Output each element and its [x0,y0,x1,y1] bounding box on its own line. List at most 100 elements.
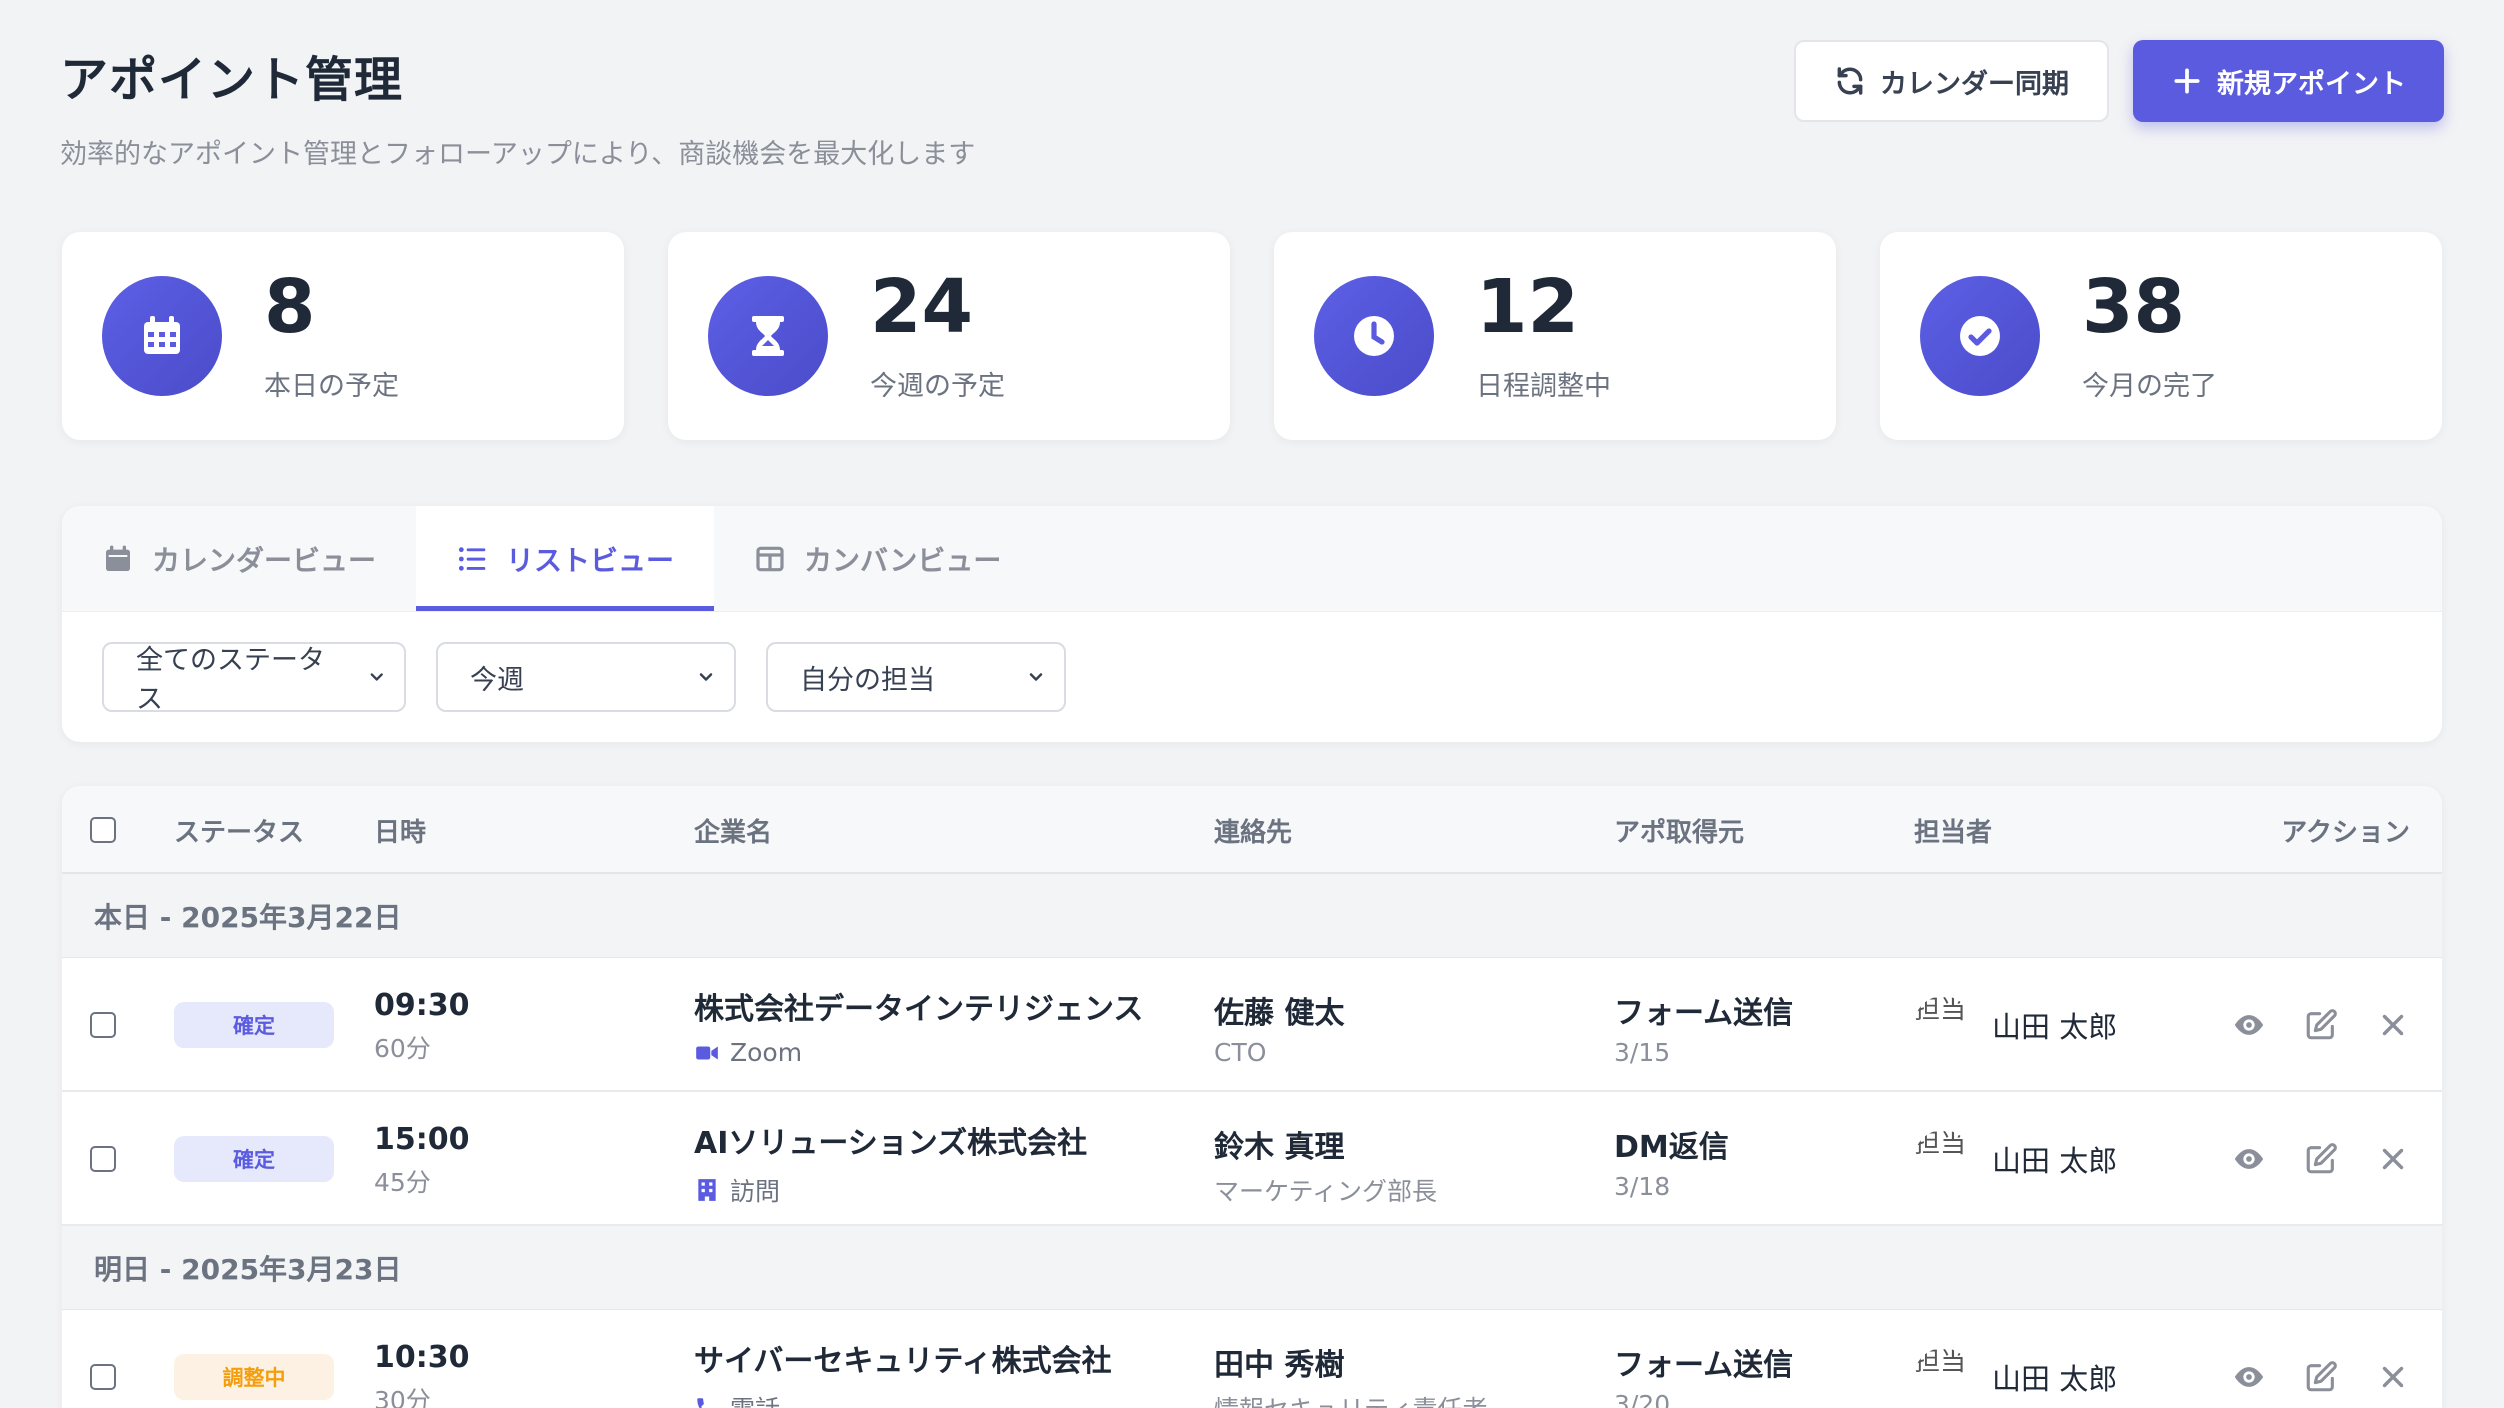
close-icon[interactable] [2376,1360,2410,1394]
sync-icon [1837,67,1863,95]
header-actions: カレンダー同期 新規アポイント [1794,40,2444,122]
table-row[interactable]: 調整中 10:30 30分 サイバーセキュリティ株式会社 電話 田中 秀樹 情報… [62,1310,2442,1408]
row-checkbox[interactable] [90,1012,116,1038]
column-header-source: アポ取得元 [1614,817,1745,848]
view-icon[interactable] [2232,1008,2266,1042]
stat-value: 38 [2082,263,2185,350]
stat-value: 12 [1476,263,1579,350]
datetime-cell: 09:30 60分 [374,988,470,1065]
close-icon[interactable] [2376,1008,2410,1042]
calendar-icon [106,545,130,571]
stat-value: 8 [264,263,316,350]
tab-label: カンバンビュー [804,543,1002,577]
row-actions [2232,1008,2410,1042]
table-row[interactable]: 確定 09:30 60分 株式会社データインテリジェンス Zoom 佐藤 健太 … [62,958,2442,1092]
plus-icon [2174,68,2200,94]
row-actions [2232,1360,2410,1394]
owner-filter-select[interactable]: 自分の担当 [766,642,1066,712]
datetime-cell: 10:30 30分 [374,1340,470,1408]
edit-icon[interactable] [2304,1142,2338,1176]
tab-calendar-view[interactable]: カレンダービュー [62,506,416,611]
source-label: DM返信 [1614,1130,1729,1165]
chevron-down-icon [1029,673,1043,681]
period-filter-value: 今週 [470,664,524,696]
stat-label: 本日の予定 [264,370,399,402]
view-panel: カレンダービュー リストビュー カンバンビュー 全てのステータス 今週 自分の担… [62,506,2442,742]
period-filter-select[interactable]: 今週 [436,642,736,712]
edit-icon[interactable] [2304,1360,2338,1394]
table-row[interactable]: 確定 15:00 45分 AIソリューションズ株式会社 訪問 鈴木 真理 マーケ… [62,1092,2442,1226]
calendar-icon [102,276,222,396]
column-header-contact: 連絡先 [1214,817,1293,848]
source-date: 3/20 [1614,1390,1671,1408]
owner-filter-value: 自分の担当 [800,664,935,696]
new-appointment-button[interactable]: 新規アポイント [2133,40,2444,122]
stat-label: 今週の予定 [870,370,1005,402]
tab-list-view[interactable]: リストビュー [416,506,715,611]
new-appointment-label: 新規アポイント [2217,68,2406,100]
appointment-duration: 60分 [374,1034,431,1063]
row-checkbox[interactable] [90,1146,116,1172]
filter-bar: 全てのステータス 今週 自分の担当 [62,612,2442,742]
company-name[interactable]: 株式会社データインテリジェンス [694,984,1143,1028]
calendar-sync-label: カレンダー同期 [1880,68,2069,100]
appointment-time: 15:00 [374,1122,470,1157]
tab-label: リストビュー [506,543,675,577]
table-header: ステータス 日時 企業名 連絡先 アポ取得元 担当者 アクション [62,786,2442,874]
status-badge: 確定 [174,1002,334,1048]
meeting-type: 電話 [694,1390,1112,1408]
contact-cell: 鈴木 真理 マーケティング部長 [1214,1122,1437,1208]
contact-role: CTO [1214,1038,1267,1067]
avatar: 担当 [1914,1130,1972,1188]
row-actions [2232,1142,2410,1176]
edit-icon[interactable] [2304,1008,2338,1042]
company-cell: 株式会社データインテリジェンス Zoom [694,984,1143,1067]
column-header-assignee: 担当者 [1914,817,1993,848]
row-checkbox[interactable] [90,1364,116,1390]
contact-role: 情報セキュリティ責任者 [1214,1390,1488,1408]
page-subtitle: 効率的なアポイント管理とフォローアップにより、商談機会を最大化します [60,139,976,170]
chevron-down-icon [370,673,383,681]
status-filter-select[interactable]: 全てのステータス [102,642,406,715]
assignee-cell: 担当 山田 太郎 [1914,996,2117,1054]
company-name[interactable]: サイバーセキュリティ株式会社 [694,1336,1112,1380]
select-all-checkbox[interactable] [90,817,116,843]
stat-value: 24 [870,263,973,350]
contact-cell: 田中 秀樹 情報セキュリティ責任者 [1214,1340,1488,1408]
group-header-tomorrow: 明日 - 2025年3月23日 [62,1226,2442,1310]
source-label: フォーム送信 [1614,996,1794,1031]
stats-row: 8 本日の予定 24 今週の予定 12 日程調整中 38 今月の完了 [62,232,2442,440]
datetime-cell: 15:00 45分 [374,1122,470,1199]
appointment-time: 09:30 [374,988,470,1023]
contact-name: 田中 秀樹 [1214,1348,1345,1383]
list-icon [458,546,486,571]
meeting-type: Zoom [694,1038,1143,1067]
building-icon [698,1179,716,1201]
assignee-cell: 担当 山田 太郎 [1914,1348,2117,1406]
source-date: 3/18 [1614,1172,1671,1201]
view-icon[interactable] [2232,1360,2266,1394]
status-badge: 確定 [174,1136,334,1182]
status-badge: 調整中 [174,1354,334,1400]
select-all-cell [90,786,116,874]
column-header-actions: アクション [2281,817,2410,848]
company-cell: サイバーセキュリティ株式会社 電話 [694,1336,1112,1408]
tab-kanban-view[interactable]: カンバンビュー [714,506,1041,611]
group-header-today: 本日 - 2025年3月22日 [62,874,2442,958]
clock-icon [1314,276,1434,396]
calendar-sync-button[interactable]: カレンダー同期 [1794,40,2109,122]
view-icon[interactable] [2232,1142,2266,1176]
column-header-company: 企業名 [694,817,773,848]
close-icon[interactable] [2376,1142,2410,1176]
assignee-name: 山田 太郎 [1992,1144,2118,1178]
assignee-cell: 担当 山田 太郎 [1914,1130,2117,1188]
chevron-down-icon [699,673,713,681]
source-cell: フォーム送信 3/15 [1614,988,1793,1067]
company-cell: AIソリューションズ株式会社 訪問 [694,1118,1087,1208]
contact-name: 鈴木 真理 [1214,1130,1345,1165]
source-cell: フォーム送信 3/20 [1614,1340,1793,1408]
appointment-time: 10:30 [374,1340,470,1375]
stat-card-scheduling: 12 日程調整中 [1274,232,1836,440]
company-name[interactable]: AIソリューションズ株式会社 [694,1118,1087,1162]
contact-role: マーケティング部長 [1214,1177,1438,1206]
